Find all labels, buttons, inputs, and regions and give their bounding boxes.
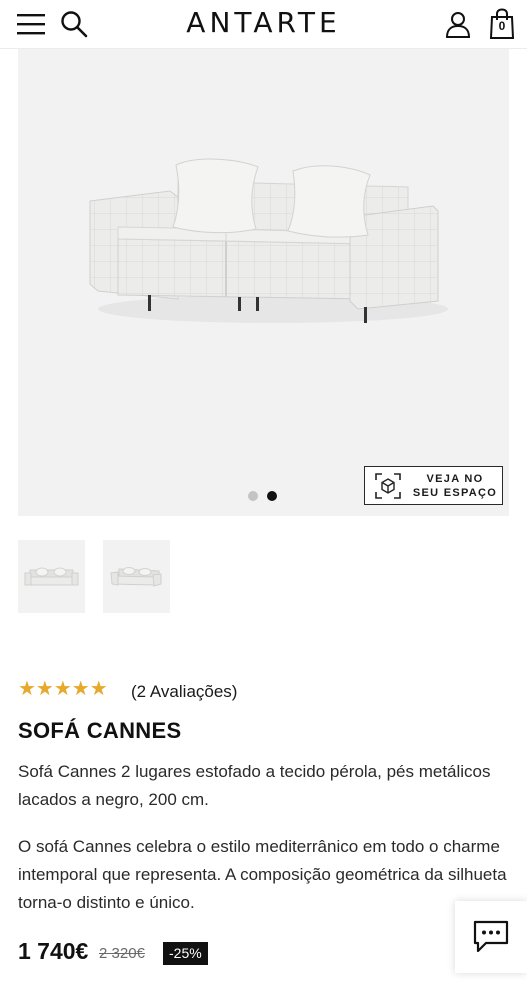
shopping-bag-button[interactable]: 0: [488, 8, 516, 40]
carousel-dots: [248, 491, 288, 503]
view-in-your-space-button[interactable]: VEJA NO SEU ESPAÇO: [364, 466, 503, 505]
discount-badge: -25%: [163, 942, 208, 965]
user-icon[interactable]: [444, 10, 472, 38]
original-price: 2 320€: [99, 945, 145, 962]
product-title: SOFÁ CANNES: [18, 718, 182, 743]
sofa-thumbnail-image: [110, 567, 162, 587]
carousel-dot-2-active[interactable]: [267, 491, 277, 501]
site-header: ANTARTE 0: [0, 0, 527, 49]
chat-button[interactable]: [455, 901, 527, 973]
product-long-description: O sofá Cannes celebra o estilo mediterrâ…: [18, 837, 507, 912]
star-rating-icon: ★★★★★: [18, 678, 108, 700]
ar-label-line-2: SEU ESPAÇO: [412, 487, 498, 499]
price-row: 1 740€ 2 320€ -25%: [18, 938, 318, 968]
product-rating[interactable]: ★★★★★ (2 Avaliações): [18, 678, 318, 702]
cart-count: 0: [498, 19, 506, 33]
product-image-gallery[interactable]: VEJA NO SEU ESPAÇO: [18, 49, 509, 516]
thumbnail-1[interactable]: [18, 540, 85, 613]
chat-bubble-icon: [473, 920, 509, 953]
ar-label-line-1: VEJA NO: [426, 473, 484, 485]
carousel-dot-1[interactable]: [248, 491, 258, 501]
sofa-thumbnail-image: [24, 567, 79, 586]
ar-button-label: VEJA NO SEU ESPAÇO: [409, 472, 501, 500]
ar-view-icon: [375, 473, 401, 499]
product-short-description: Sofá Cannes 2 lugares estofado a tecido …: [18, 762, 491, 809]
thumbnail-2[interactable]: [103, 540, 170, 613]
sofa-product-image: [89, 158, 448, 323]
review-count-link[interactable]: (2 Avaliações): [131, 682, 237, 702]
current-price: 1 740€: [18, 938, 89, 964]
